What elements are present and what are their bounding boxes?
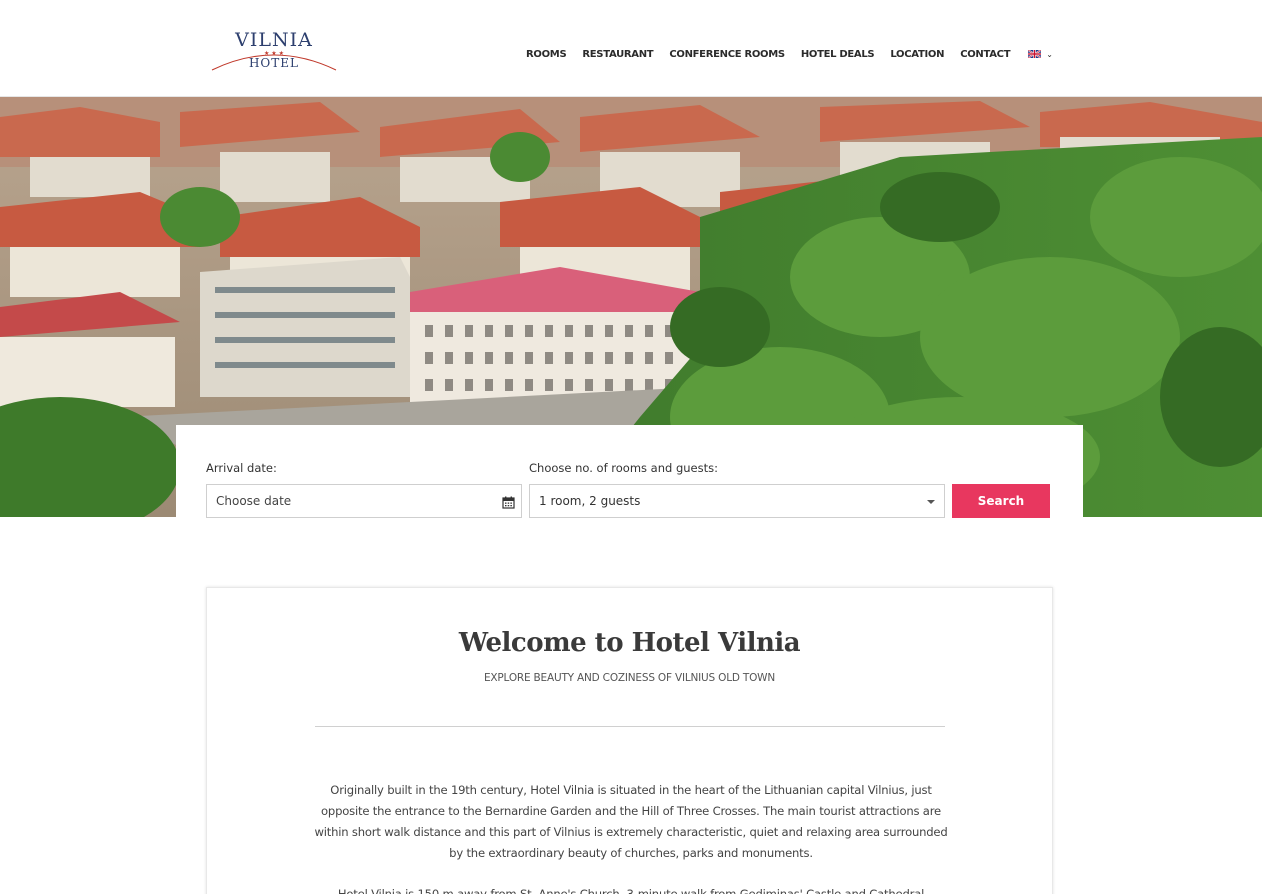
booking-form: Arrival date: Choose no. of rooms and gu…	[176, 425, 1083, 535]
main-nav: ROOMS RESTAURANT CONFERENCE ROOMS HOTEL …	[518, 46, 1053, 62]
nav-rooms[interactable]: ROOMS	[526, 49, 567, 60]
arrival-date-input[interactable]	[216, 485, 476, 517]
arrival-date-label: Arrival date:	[206, 461, 277, 475]
search-button[interactable]: Search	[952, 484, 1050, 518]
caret-down-icon	[927, 500, 935, 504]
site-header: VILNIA ★ ★ ★ HOTEL ROOMS RESTAURANT CONF…	[0, 0, 1262, 97]
welcome-subtitle: EXPLORE BEAUTY AND COZINESS OF VILNIUS O…	[483, 672, 775, 684]
intro-paragraph: Originally built in the 19th century, Ho…	[314, 783, 948, 860]
logo-subtext: HOTEL	[249, 56, 299, 70]
welcome-title: Welcome to Hotel Vilnia	[458, 628, 801, 658]
chevron-down-icon: ⌄	[1046, 49, 1053, 59]
rooms-guests-value[interactable]	[539, 485, 799, 517]
calendar-icon[interactable]	[502, 494, 515, 509]
nav-restaurant[interactable]: RESTAURANT	[582, 49, 653, 60]
location-paragraph: Hotel Vilnia is 150 m away from St. Anne…	[337, 887, 925, 894]
arrival-date-field[interactable]	[206, 484, 522, 518]
logo-text: VILNIA	[234, 29, 313, 51]
uk-flag-icon	[1028, 50, 1042, 58]
hotel-logo[interactable]: VILNIA ★ ★ ★ HOTEL	[210, 26, 338, 74]
language-switcher[interactable]: ⌄	[1028, 50, 1053, 59]
nav-hotel-deals[interactable]: HOTEL DEALS	[801, 49, 875, 60]
nav-conference-rooms[interactable]: CONFERENCE ROOMS	[669, 49, 785, 60]
nav-contact[interactable]: CONTACT	[960, 49, 1010, 60]
welcome-card: Welcome to Hotel Vilnia EXPLORE BEAUTY A…	[206, 587, 1053, 894]
nav-location[interactable]: LOCATION	[890, 49, 944, 60]
divider	[315, 726, 945, 727]
rooms-guests-select[interactable]	[529, 484, 945, 518]
guests-label: Choose no. of rooms and guests:	[529, 461, 719, 475]
